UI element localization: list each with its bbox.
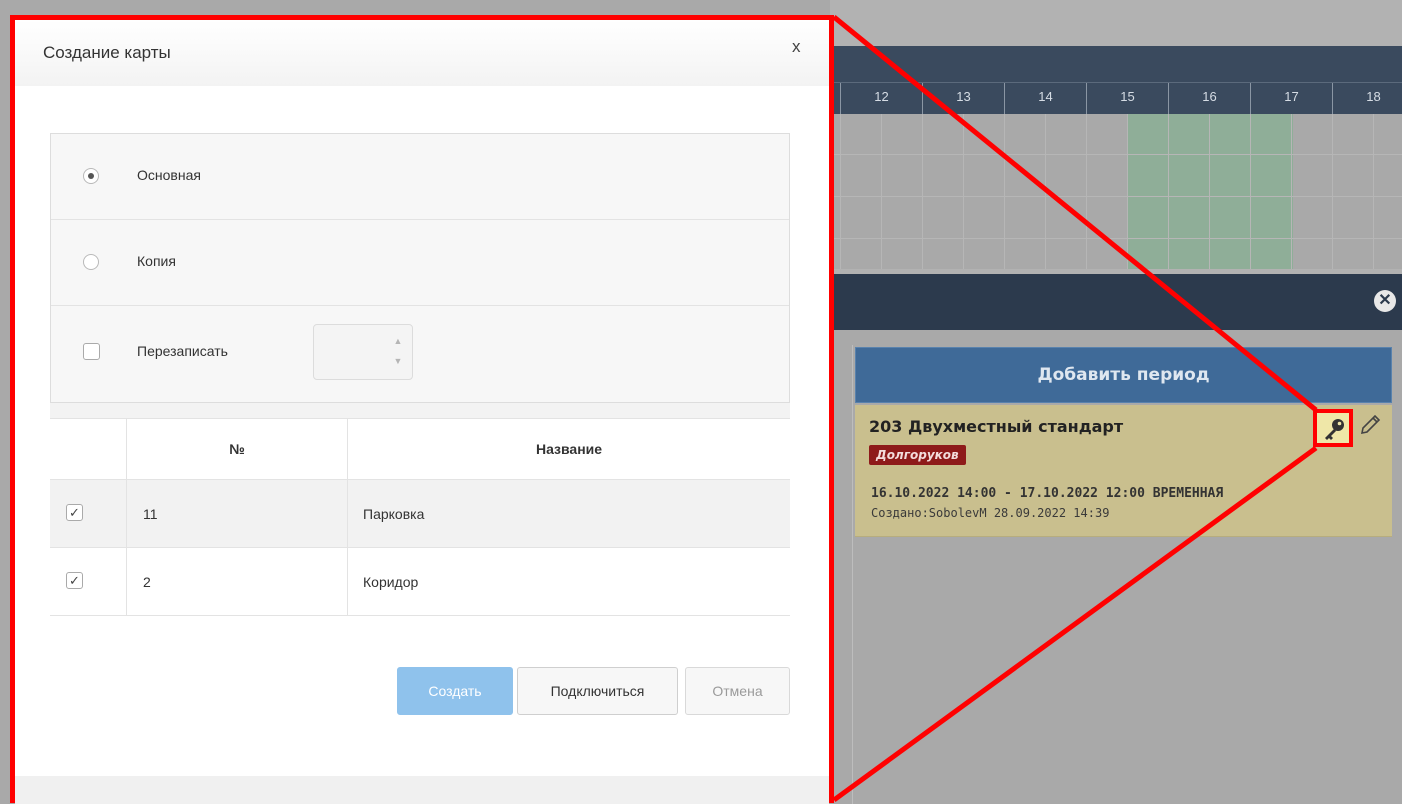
row-name: Парковка	[363, 506, 425, 522]
map-type-options: Основная Копия Перезаписать ▲ ▼	[50, 133, 790, 403]
pencil-icon[interactable]	[1358, 413, 1382, 437]
calendar-day-bar: 12 13 14 15 16 17 18	[830, 82, 1402, 115]
column-header-name[interactable]: Название	[536, 441, 602, 457]
cancel-button[interactable]: Отмена	[685, 667, 790, 715]
booking-card[interactable]: 203 Двухместный стандарт Долгоруков 16.1…	[855, 405, 1392, 537]
create-map-dialog: Создание карты x Основная Копия Перезапи…	[10, 15, 834, 804]
background-toolbar	[830, 0, 1402, 46]
guest-badge: Долгоруков	[869, 445, 966, 465]
close-icon[interactable]: x	[792, 37, 801, 57]
circle-close-icon[interactable]: ✕	[1374, 290, 1396, 312]
create-button[interactable]: Создать	[397, 667, 513, 715]
table-row[interactable]: ✓ 11 Парковка	[50, 480, 790, 548]
booking-dates: 16.10.2022 14:00 - 17.10.2022 12:00 ВРЕМ…	[871, 486, 1224, 501]
day-cell[interactable]: 16	[1168, 83, 1250, 115]
option-overwrite[interactable]: Перезаписать ▲ ▼	[51, 306, 789, 402]
checkbox-icon[interactable]	[83, 343, 100, 360]
day-cell[interactable]: 17	[1250, 83, 1332, 115]
row-name: Коридор	[363, 574, 419, 590]
calendar-header	[830, 46, 1402, 82]
dialog-title: Создание карты	[43, 43, 171, 62]
column-header-number[interactable]: №	[229, 441, 245, 457]
booking-created-info: Создано:SobolevM 28.09.2022 14:39	[871, 506, 1110, 520]
booking-panel-header	[830, 274, 1402, 330]
add-period-button[interactable]: Добавить период	[855, 347, 1392, 403]
row-number: 2	[143, 574, 151, 590]
option-main-label: Основная	[137, 167, 201, 183]
row-checkbox[interactable]: ✓	[66, 572, 83, 589]
option-copy[interactable]: Копия	[51, 220, 789, 306]
day-cell[interactable]: 18	[1332, 83, 1402, 115]
key-icon	[1325, 419, 1344, 440]
dialog-footer	[15, 776, 829, 804]
dialog-header: Создание карты x	[15, 20, 829, 86]
day-cell[interactable]: 13	[922, 83, 1004, 115]
room-title: 203 Двухместный стандарт	[869, 417, 1124, 436]
row-checkbox[interactable]: ✓	[66, 504, 83, 521]
table-row[interactable]: ✓ 2 Коридор	[50, 548, 790, 616]
day-cell[interactable]: 12	[840, 83, 922, 115]
spinner-up-icon[interactable]: ▲	[388, 331, 408, 351]
connect-button[interactable]: Подключиться	[517, 667, 678, 715]
booked-period-highlight[interactable]	[1128, 114, 1293, 269]
row-number: 11	[143, 506, 158, 522]
option-main[interactable]: Основная	[51, 134, 789, 220]
option-overwrite-label: Перезаписать	[137, 343, 228, 359]
day-cell[interactable]: 15	[1086, 83, 1168, 115]
table-header-row: № Название	[50, 418, 790, 480]
day-cell[interactable]: 14	[1004, 83, 1086, 115]
overwrite-number-stepper[interactable]: ▲ ▼	[313, 324, 413, 380]
option-copy-label: Копия	[137, 253, 176, 269]
key-button[interactable]	[1313, 409, 1353, 447]
spinner-down-icon[interactable]: ▼	[388, 351, 408, 371]
radio-icon[interactable]	[83, 168, 99, 184]
radio-icon[interactable]	[83, 254, 99, 270]
calendar-grid[interactable]	[830, 114, 1402, 269]
